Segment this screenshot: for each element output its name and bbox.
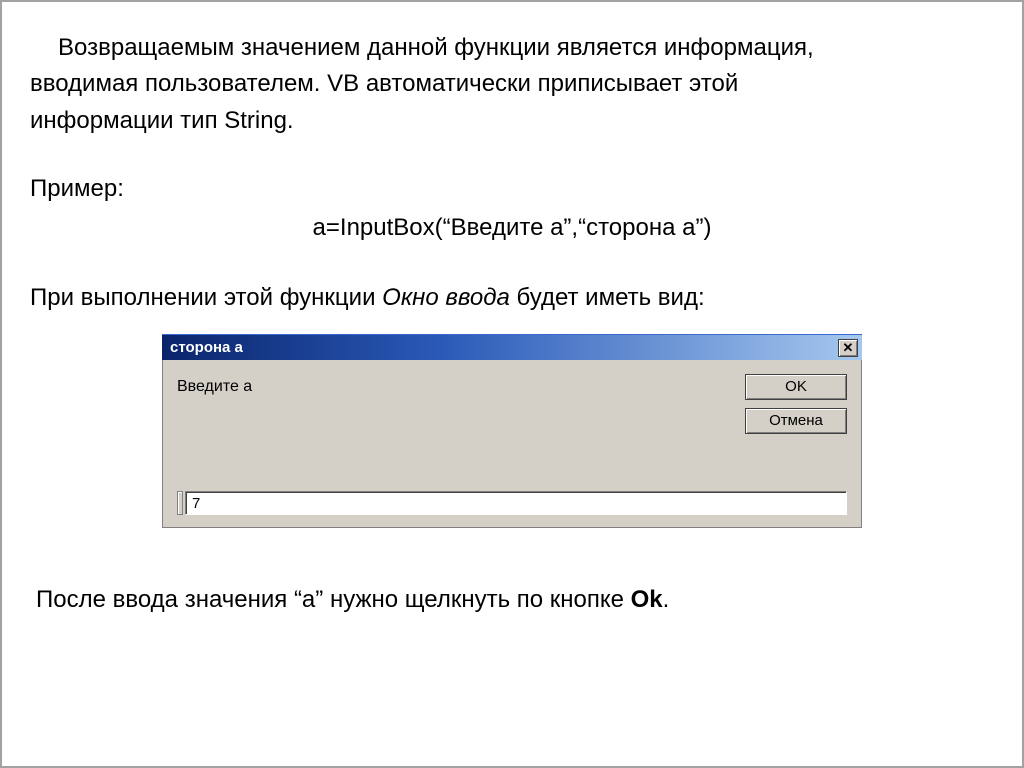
example-label: Пример: — [30, 173, 994, 205]
dialog-titlebar: сторона а ✕ — [162, 334, 862, 360]
paragraph-line: вводимая пользователем. VB автоматически… — [30, 68, 994, 100]
text: будет иметь вид: — [510, 284, 705, 311]
code-example: a=InputBox(“Введите а”,“сторона а”) — [30, 212, 994, 244]
cancel-button[interactable]: Отмена — [745, 408, 847, 434]
text: . — [663, 586, 670, 613]
paragraph-line: После ввода значения “а” нужно щелкнуть … — [36, 584, 994, 616]
text: При выполнении этой функции — [30, 284, 382, 311]
value-input[interactable] — [185, 491, 847, 515]
dialog-prompt: Введите а — [177, 374, 729, 434]
dialog-title: сторона а — [170, 338, 838, 358]
close-button[interactable]: ✕ — [838, 339, 858, 357]
text: После ввода значения “а” нужно щелкнуть … — [36, 586, 631, 613]
paragraph-line: Возвращаемым значением данной функции яв… — [30, 32, 994, 64]
bold-text: Ok — [631, 586, 663, 613]
input-grip — [177, 491, 183, 515]
document-slide: Возвращаемым значением данной функции яв… — [0, 0, 1024, 768]
dialog-body: Введите а OK Отмена — [162, 360, 862, 528]
paragraph-line: информации тип String. — [30, 105, 994, 137]
inputbox-dialog-illustration: сторона а ✕ Введите а OK Отмена — [162, 334, 862, 528]
paragraph-line: При выполнении этой функции Окно ввода б… — [30, 282, 994, 314]
ok-button[interactable]: OK — [745, 374, 847, 400]
close-icon: ✕ — [843, 341, 854, 354]
italic-text: Окно ввода — [382, 284, 510, 311]
